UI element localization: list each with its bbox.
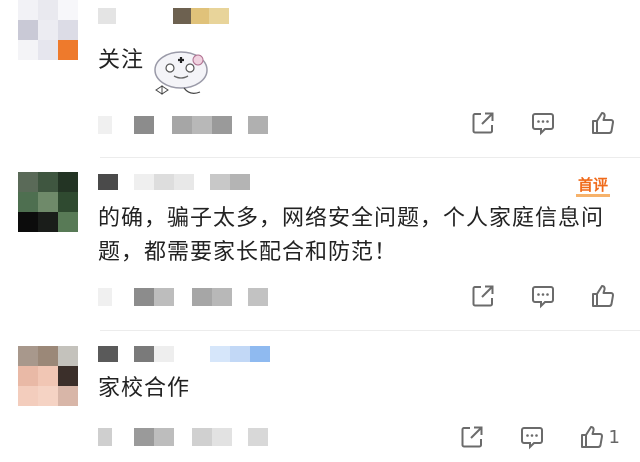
comment-actions: [470, 110, 620, 136]
comment-item-3: 家校合作 1: [0, 344, 640, 462]
comment-text: 的确，骗子太多，网络安全问题，个人家庭信息问 题，都需要家长配合和防范！: [98, 202, 604, 270]
avatar[interactable]: [18, 346, 78, 406]
thumbs-up-icon[interactable]: [590, 283, 616, 309]
comment-icon[interactable]: [519, 424, 545, 450]
comment-text: 家校合作: [98, 376, 191, 401]
share-icon[interactable]: [459, 424, 485, 450]
divider: [100, 330, 640, 331]
comment-item-2: 首评 的确，骗子太多，网络安全问题，个人家庭信息问 题，都需要家长配合和防范！: [0, 170, 640, 330]
comment-actions: [470, 283, 620, 309]
cartoon-sticker-icon: [154, 51, 208, 95]
comment-text-line-1: 的确，骗子太多，网络安全问题，个人家庭信息问: [98, 206, 605, 231]
comment-item-1: 关注: [0, 0, 640, 150]
like-count: 1: [608, 426, 620, 448]
avatar[interactable]: [18, 172, 78, 232]
comment-actions: 1: [459, 424, 620, 450]
comment-text-line-2: 题，都需要家长配合和防范！: [98, 240, 398, 265]
comment-icon[interactable]: [530, 110, 556, 136]
share-icon[interactable]: [470, 110, 496, 136]
divider: [100, 157, 640, 158]
comment-icon[interactable]: [530, 283, 556, 309]
thumbs-up-icon[interactable]: [579, 424, 605, 450]
avatar[interactable]: [18, 0, 78, 60]
comment-text: 关注: [98, 48, 145, 73]
first-comment-badge: 首评: [575, 176, 610, 197]
thumbs-up-icon[interactable]: [590, 110, 616, 136]
share-icon[interactable]: [470, 283, 496, 309]
